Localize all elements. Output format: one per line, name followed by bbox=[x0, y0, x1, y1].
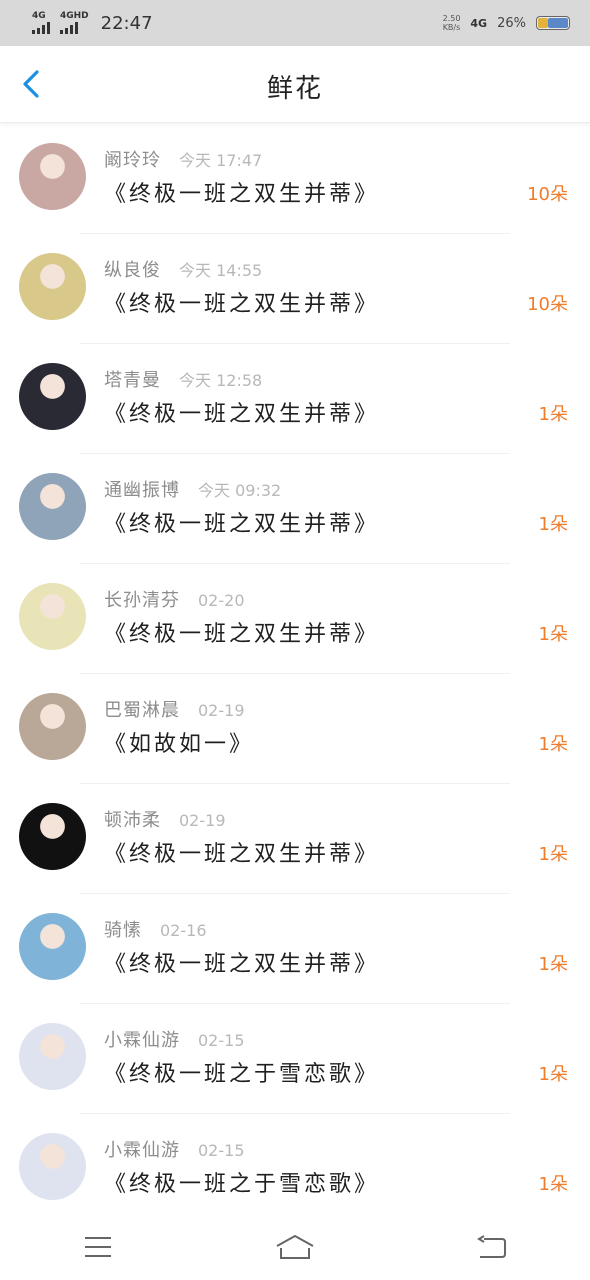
zebra-avatar[interactable] bbox=[19, 583, 86, 650]
book-title: 《终极一班之双生并蒂》 bbox=[104, 292, 380, 317]
battery-icon bbox=[536, 16, 570, 30]
girl-photo-avatar[interactable] bbox=[19, 143, 86, 210]
send-time: 今天 09:32 bbox=[198, 481, 282, 500]
list-item[interactable]: 小霖仙游 02-15 《终极一班之于雪恋歌》 1朵 bbox=[0, 1114, 590, 1224]
list-item[interactable]: 阚玲玲 今天 17:47 《终极一班之双生并蒂》 10朵 bbox=[0, 124, 590, 234]
book-title: 《终极一班之双生并蒂》 bbox=[104, 622, 380, 647]
item-meta: 长孙清芬 02-20 bbox=[104, 586, 245, 612]
menu-button[interactable] bbox=[68, 1227, 128, 1267]
flower-count: 1朵 bbox=[538, 844, 568, 865]
status-bar: 4G 4GHD 22:47 2.50 KB/s 4G 26% bbox=[0, 0, 590, 46]
home-icon bbox=[276, 1235, 314, 1259]
flower-count: 10朵 bbox=[527, 184, 568, 205]
flower-count: 1朵 bbox=[538, 954, 568, 975]
flower-count: 10朵 bbox=[527, 294, 568, 315]
network-speed: 2.50 KB/s bbox=[443, 14, 461, 32]
book-title: 《如故如一》 bbox=[104, 732, 255, 757]
book-title: 《终极一班之双生并蒂》 bbox=[104, 402, 380, 427]
list-item[interactable]: 顿沛柔 02-19 《终极一班之双生并蒂》 1朵 bbox=[0, 784, 590, 894]
list-item[interactable]: 塔青曼 今天 12:58 《终极一班之双生并蒂》 1朵 bbox=[0, 344, 590, 454]
send-time: 02-19 bbox=[179, 811, 226, 830]
system-nav-bar bbox=[0, 1214, 590, 1280]
book-title: 《终极一班之双生并蒂》 bbox=[104, 182, 380, 207]
vintage-car-avatar[interactable] bbox=[19, 473, 86, 540]
send-time: 02-16 bbox=[160, 921, 207, 940]
book-title: 《终极一班之于雪恋歌》 bbox=[104, 1062, 380, 1087]
flower-count: 1朵 bbox=[538, 1064, 568, 1085]
flower-count: 1朵 bbox=[538, 734, 568, 755]
back-nav-button[interactable] bbox=[462, 1227, 522, 1267]
flower-count: 1朵 bbox=[538, 404, 568, 425]
sender-name: 塔青曼 bbox=[104, 370, 161, 391]
send-time: 02-15 bbox=[198, 1031, 245, 1050]
speed-unit: KB/s bbox=[442, 23, 461, 32]
sender-name: 骑愫 bbox=[104, 920, 142, 941]
sender-name: 纵良俊 bbox=[104, 260, 161, 281]
book-title: 《终极一班之于雪恋歌》 bbox=[104, 1172, 380, 1197]
menu-icon bbox=[85, 1237, 112, 1257]
sender-name: 小霖仙游 bbox=[104, 1030, 180, 1051]
sender-name: 通幽振博 bbox=[104, 480, 180, 501]
sender-name: 巴蜀淋晨 bbox=[104, 700, 180, 721]
list-item[interactable]: 小霖仙游 02-15 《终极一班之于雪恋歌》 1朵 bbox=[0, 1004, 590, 1114]
black-text-avatar[interactable] bbox=[19, 803, 86, 870]
anime-dark-hair-avatar[interactable] bbox=[19, 363, 86, 430]
girl-text-avatar[interactable] bbox=[19, 693, 86, 760]
send-time: 今天 17:47 bbox=[179, 151, 263, 170]
item-meta: 骑愫 02-16 bbox=[104, 916, 207, 942]
item-meta: 顿沛柔 02-19 bbox=[104, 806, 226, 832]
status-right: 2.50 KB/s 4G 26% bbox=[443, 14, 570, 32]
item-meta: 巴蜀淋晨 02-19 bbox=[104, 696, 245, 722]
list-item[interactable]: 长孙清芬 02-20 《终极一班之双生并蒂》 1朵 bbox=[0, 564, 590, 674]
book-title: 《终极一班之双生并蒂》 bbox=[104, 512, 380, 537]
status-time: 22:47 bbox=[100, 12, 153, 34]
list-item[interactable]: 巴蜀淋晨 02-19 《如故如一》 1朵 bbox=[0, 674, 590, 784]
list-item[interactable]: 骑愫 02-16 《终极一班之双生并蒂》 1朵 bbox=[0, 894, 590, 1004]
item-meta: 小霖仙游 02-15 bbox=[104, 1136, 245, 1162]
list-item[interactable]: 纵良俊 今天 14:55 《终极一班之双生并蒂》 10朵 bbox=[0, 234, 590, 344]
sender-name: 长孙清芬 bbox=[104, 590, 180, 611]
sim1-label: 4G bbox=[32, 11, 46, 21]
page-title: 鲜花 bbox=[266, 74, 323, 104]
book-title: 《终极一班之双生并蒂》 bbox=[104, 842, 380, 867]
flower-list: 阚玲玲 今天 17:47 《终极一班之双生并蒂》 10朵 纵良俊 今天 14:5… bbox=[0, 124, 590, 1224]
header: 鲜花 bbox=[0, 46, 590, 123]
item-meta: 小霖仙游 02-15 bbox=[104, 1026, 245, 1052]
item-meta: 通幽振博 今天 09:32 bbox=[104, 476, 281, 502]
flower-count: 1朵 bbox=[538, 624, 568, 645]
flower-count: 1朵 bbox=[538, 514, 568, 535]
speed-value: 2.50 bbox=[442, 14, 461, 23]
anime-white-hair-avatar[interactable] bbox=[19, 1133, 86, 1200]
book-title: 《终极一班之双生并蒂》 bbox=[104, 952, 380, 977]
send-time: 02-19 bbox=[198, 701, 245, 720]
back-icon bbox=[476, 1235, 506, 1258]
list-item[interactable]: 通幽振博 今天 09:32 《终极一班之双生并蒂》 1朵 bbox=[0, 454, 590, 564]
send-time: 02-15 bbox=[198, 1141, 245, 1160]
send-time: 今天 14:55 bbox=[179, 261, 263, 280]
sender-name: 阚玲玲 bbox=[104, 150, 161, 171]
status-left: 4G 4GHD 22:47 bbox=[32, 12, 153, 34]
sender-name: 顿沛柔 bbox=[104, 810, 161, 831]
item-meta: 纵良俊 今天 14:55 bbox=[104, 256, 262, 282]
send-time: 今天 12:58 bbox=[179, 371, 263, 390]
battery-percent: 26% bbox=[497, 15, 526, 31]
anime-blonde-avatar[interactable] bbox=[19, 253, 86, 320]
sim2-signal-icon: 4GHD bbox=[60, 12, 89, 34]
item-meta: 塔青曼 今天 12:58 bbox=[104, 366, 262, 392]
network-type: 4G bbox=[470, 16, 488, 30]
sim2-label: 4GHD bbox=[60, 11, 89, 21]
sim1-signal-icon: 4G bbox=[32, 12, 50, 34]
flower-count: 1朵 bbox=[538, 1174, 568, 1195]
sky-landscape-avatar[interactable] bbox=[19, 913, 86, 980]
home-button[interactable] bbox=[265, 1227, 325, 1267]
sender-name: 小霖仙游 bbox=[104, 1140, 180, 1161]
send-time: 02-20 bbox=[198, 591, 245, 610]
anime-white-hair-avatar[interactable] bbox=[19, 1023, 86, 1090]
item-meta: 阚玲玲 今天 17:47 bbox=[104, 146, 262, 172]
